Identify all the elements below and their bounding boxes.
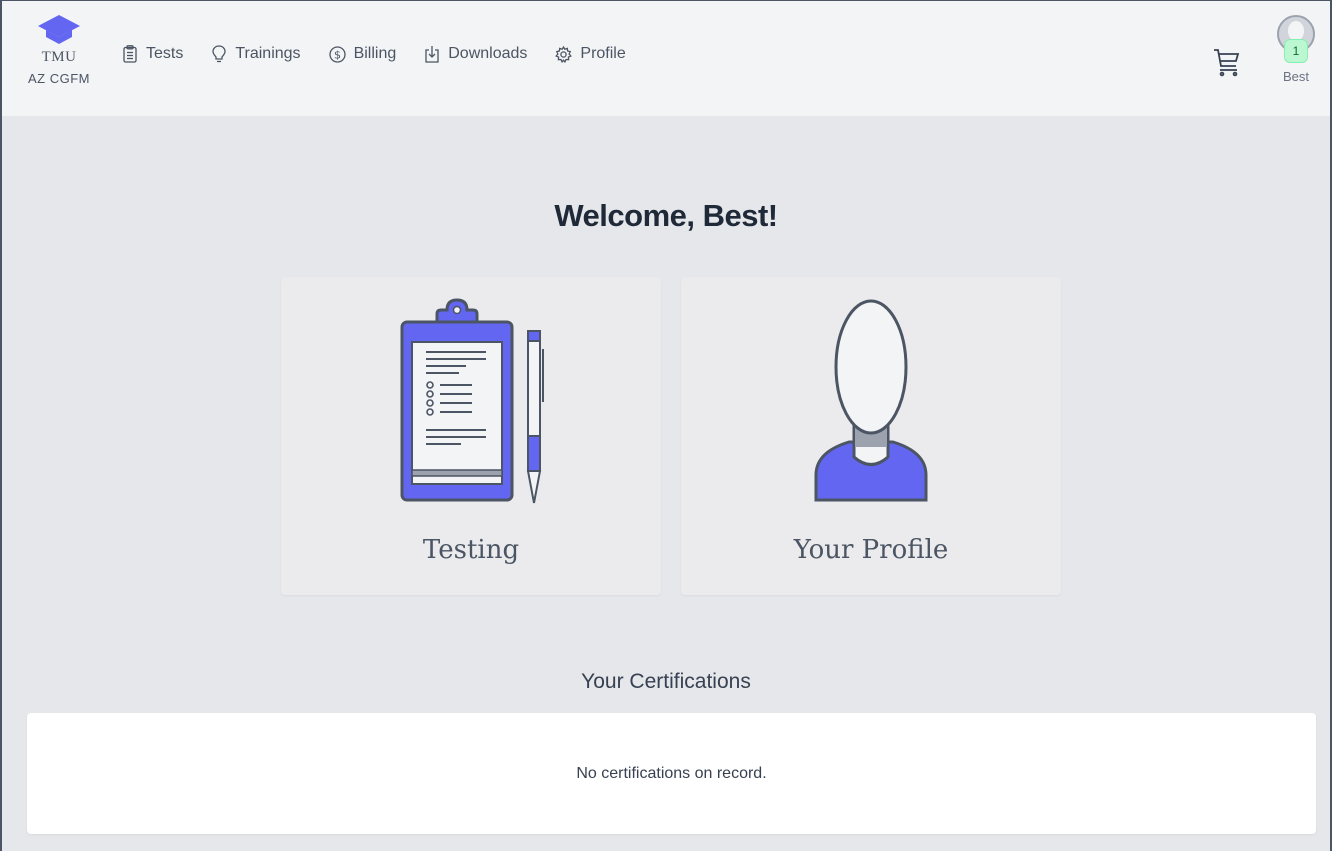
- nav-tests-label: Tests: [146, 45, 184, 62]
- brand-name: TMU: [41, 49, 77, 65]
- certifications-heading: Your Certifications: [581, 670, 751, 693]
- clipboard-icon: [123, 45, 137, 63]
- nav-billing-label: Billing: [353, 45, 397, 62]
- certifications-panel: No certifications on record.: [27, 713, 1316, 834]
- nav-profile[interactable]: Profile: [555, 45, 626, 63]
- testing-card[interactable]: Testing: [281, 277, 661, 595]
- nav-trainings[interactable]: Trainings: [211, 45, 301, 63]
- nav-tests[interactable]: Tests: [122, 45, 183, 63]
- person-silhouette-icon: [814, 299, 928, 502]
- cart-button[interactable]: [1212, 47, 1242, 82]
- notification-badge: 1: [1284, 39, 1308, 63]
- brand-org: AZ CGFM: [28, 71, 90, 86]
- lightbulb-icon: [212, 45, 226, 63]
- testing-card-label: Testing: [422, 535, 520, 565]
- nav-billing[interactable]: $ Billing: [328, 45, 397, 63]
- user-menu[interactable]: 1 Best: [1274, 15, 1318, 84]
- certifications-empty-message: No certifications on record.: [576, 765, 767, 782]
- nav-downloads-label: Downloads: [448, 45, 528, 62]
- download-icon: [425, 46, 439, 63]
- profile-card-label: Your Profile: [793, 535, 949, 565]
- nav-profile-label: Profile: [580, 45, 626, 62]
- nav-trainings-label: Trainings: [235, 45, 301, 62]
- clipboard-pen-icon: [400, 298, 544, 504]
- nav-downloads[interactable]: Downloads: [424, 45, 527, 63]
- shopping-cart-icon: [1214, 49, 1240, 77]
- main-nav: Tests Trainings $ Billing Downloads Prof…: [122, 45, 626, 63]
- brand-logo[interactable]: TMU AZ CGFM: [24, 13, 94, 86]
- gear-icon: [555, 45, 573, 63]
- svg-text:$: $: [334, 48, 341, 61]
- graduation-cap-icon: [38, 15, 80, 44]
- user-name: Best: [1282, 69, 1309, 84]
- welcome-heading: Welcome, Best!: [554, 198, 778, 233]
- dollar-circle-icon: $: [328, 45, 346, 63]
- profile-card[interactable]: Your Profile: [681, 277, 1061, 595]
- top-navigation-bar: TMU AZ CGFM Tests Trainings $ Billing Do…: [2, 1, 1330, 116]
